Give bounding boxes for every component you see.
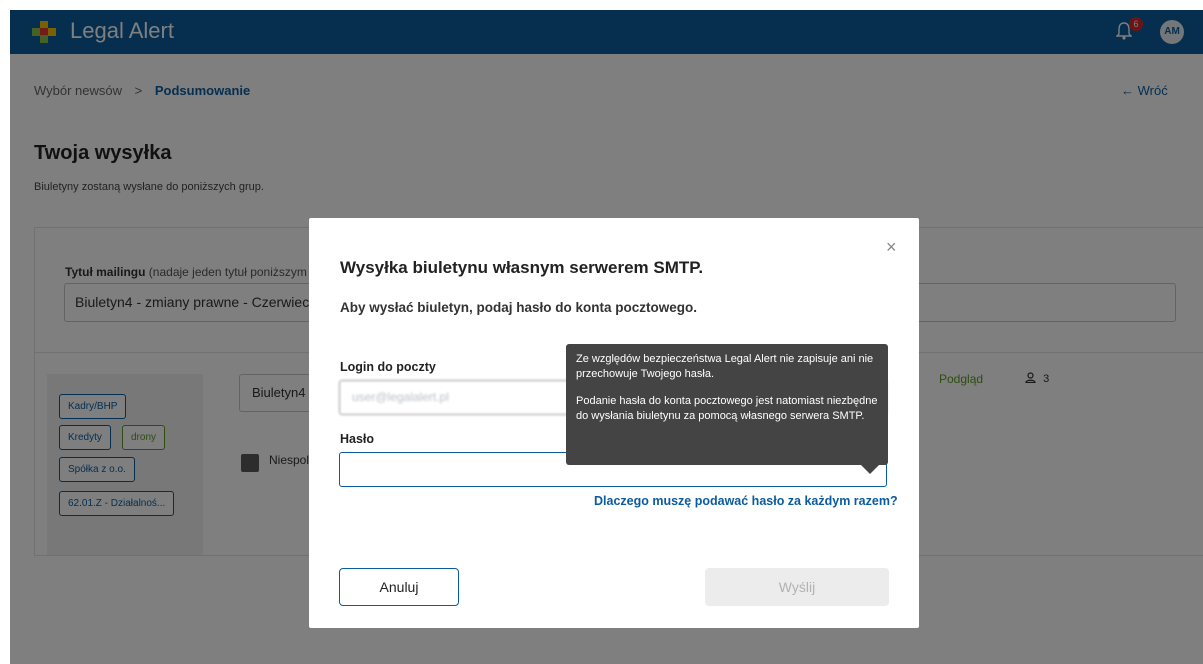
password-label: Hasło bbox=[340, 432, 375, 446]
login-label: Login do poczty bbox=[340, 360, 436, 374]
cancel-button[interactable]: Anuluj bbox=[339, 568, 459, 606]
tooltip-text-1: Ze względów bezpieczeństwa Legal Alert n… bbox=[576, 353, 874, 380]
password-tooltip: Ze względów bezpieczeństwa Legal Alert n… bbox=[566, 344, 888, 465]
app-frame: Legal Alert 6 AM Wybór newsów > Podsumow… bbox=[10, 10, 1203, 664]
tooltip-arrow bbox=[861, 465, 879, 474]
password-help-link[interactable]: Dlaczego muszę podawać hasło za każdym r… bbox=[594, 494, 898, 508]
modal-title: Wysyłka biuletynu własnym serwerem SMTP. bbox=[340, 258, 704, 277]
tooltip-text-2: Podanie hasła do konta pocztowego jest n… bbox=[576, 395, 878, 422]
send-button[interactable]: Wyślij bbox=[705, 568, 889, 606]
close-icon[interactable]: × bbox=[886, 237, 897, 258]
modal-subtitle: Aby wysłać biuletyn, podaj hasło do kont… bbox=[340, 300, 698, 315]
